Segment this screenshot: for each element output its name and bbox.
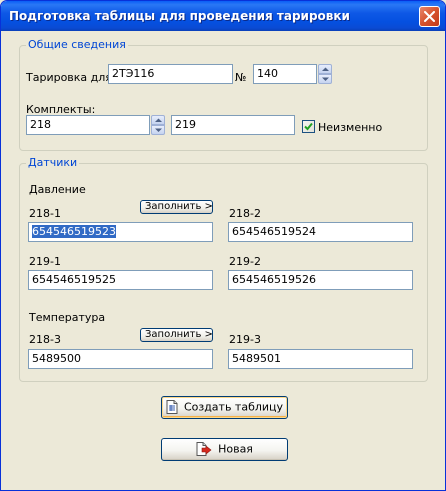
t1-label: 218-3 bbox=[29, 333, 61, 346]
arrow-down-icon bbox=[322, 77, 329, 81]
set1-spin-down[interactable] bbox=[151, 125, 165, 135]
p2-input[interactable]: 654546519524 bbox=[228, 222, 413, 242]
create-table-button[interactable]: Создать таблицу bbox=[161, 396, 288, 419]
p2-label: 218-2 bbox=[229, 207, 261, 220]
dialog-window: Подготовка таблицы для проведения тариро… bbox=[0, 0, 446, 491]
fill-temperature-button[interactable]: Заполнить > bbox=[140, 328, 213, 342]
temperature-label: Температура bbox=[29, 311, 106, 324]
number-label: № bbox=[235, 71, 247, 84]
title-bar[interactable]: Подготовка таблицы для проведения тариро… bbox=[1, 1, 445, 31]
p1-value-selected: 654546519523 bbox=[32, 225, 116, 238]
dialog-client-area: Общие сведения Тарировка для 2ТЭ116 № 14… bbox=[4, 31, 442, 488]
calibration-input[interactable]: 2ТЭ116 bbox=[108, 64, 233, 84]
p1-input[interactable]: 654546519523 bbox=[28, 222, 213, 242]
t2-input[interactable]: 5489501 bbox=[228, 349, 413, 369]
unchanged-label[interactable]: Неизменно bbox=[318, 121, 382, 134]
number-spinner[interactable] bbox=[318, 64, 332, 84]
p4-label: 219-2 bbox=[229, 255, 261, 268]
set1-spinner[interactable] bbox=[151, 115, 165, 135]
new-button[interactable]: Новая bbox=[161, 438, 288, 461]
p3-input[interactable]: 654546519525 bbox=[28, 270, 213, 290]
table-icon bbox=[166, 400, 178, 414]
general-info-group: Общие сведения bbox=[19, 38, 428, 151]
close-icon bbox=[424, 11, 435, 22]
pressure-label: Давление bbox=[29, 183, 86, 196]
p4-input[interactable]: 654546519526 bbox=[228, 270, 413, 290]
set2-input[interactable]: 219 bbox=[171, 115, 295, 135]
set1-spin-up[interactable] bbox=[151, 115, 165, 125]
p3-label: 219-1 bbox=[29, 255, 61, 268]
new-label: Новая bbox=[218, 442, 253, 456]
unchanged-checkbox[interactable] bbox=[302, 120, 315, 133]
t1-input[interactable]: 5489500 bbox=[28, 349, 213, 369]
window-title: Подготовка таблицы для проведения тариро… bbox=[9, 9, 350, 23]
fill-pressure-button[interactable]: Заполнить > bbox=[140, 200, 213, 214]
t2-label: 219-3 bbox=[229, 333, 261, 346]
number-spin-down[interactable] bbox=[318, 74, 332, 84]
arrow-down-icon bbox=[155, 128, 162, 132]
general-info-legend: Общие сведения bbox=[26, 38, 128, 51]
sensors-legend: Датчики bbox=[26, 156, 80, 169]
create-table-label: Создать таблицу bbox=[183, 400, 284, 414]
close-button[interactable] bbox=[419, 6, 440, 27]
check-icon bbox=[304, 122, 313, 131]
calibration-label: Тарировка для bbox=[26, 71, 112, 84]
number-spin-up[interactable] bbox=[318, 64, 332, 74]
new-document-icon bbox=[196, 442, 212, 456]
arrow-up-icon bbox=[322, 67, 329, 71]
arrow-up-icon bbox=[155, 118, 162, 122]
p1-label: 218-1 bbox=[29, 207, 61, 220]
number-input[interactable]: 140 bbox=[253, 64, 317, 84]
set1-input[interactable]: 218 bbox=[26, 115, 150, 135]
